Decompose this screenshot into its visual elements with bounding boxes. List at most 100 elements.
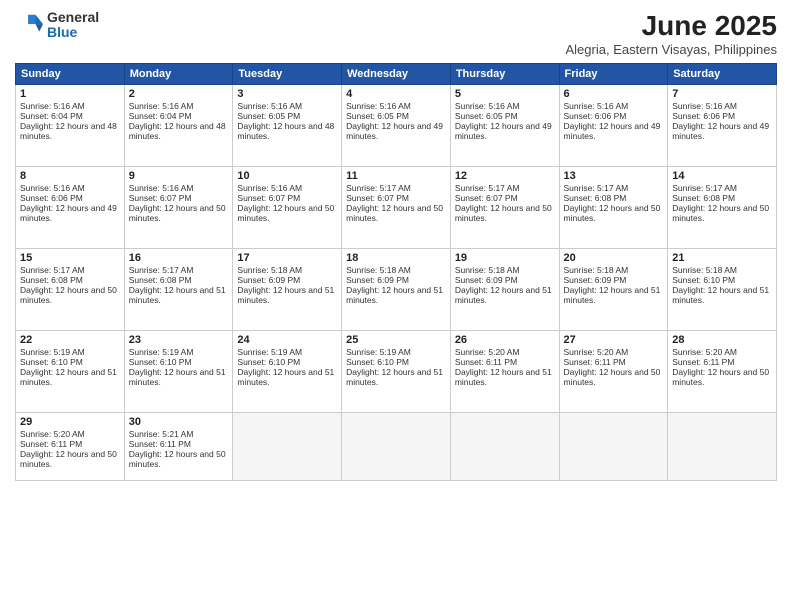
cell-info: Sunset: 6:07 PM [346,193,446,203]
table-row: 21Sunrise: 5:18 AMSunset: 6:10 PMDayligh… [668,249,777,331]
day-number: 29 [20,416,120,428]
col-saturday: Saturday [668,64,777,85]
day-number: 13 [564,170,664,182]
cell-info: Daylight: 12 hours and 50 minutes. [672,203,772,223]
logo-blue-text: Blue [47,25,99,40]
col-thursday: Thursday [450,64,559,85]
cell-info: Sunset: 6:11 PM [564,357,664,367]
cell-info: Sunrise: 5:17 AM [20,265,120,275]
cell-info: Sunset: 6:08 PM [20,275,120,285]
day-number: 23 [129,334,229,346]
cell-info: Daylight: 12 hours and 49 minutes. [672,121,772,141]
table-row: 7Sunrise: 5:16 AMSunset: 6:06 PMDaylight… [668,85,777,167]
table-row: 18Sunrise: 5:18 AMSunset: 6:09 PMDayligh… [342,249,451,331]
cell-info: Daylight: 12 hours and 51 minutes. [237,285,337,305]
cell-info: Sunrise: 5:18 AM [346,265,446,275]
table-row: 13Sunrise: 5:17 AMSunset: 6:08 PMDayligh… [559,167,668,249]
cell-info: Daylight: 12 hours and 51 minutes. [346,367,446,387]
cell-info: Daylight: 12 hours and 49 minutes. [564,121,664,141]
table-row [668,413,777,481]
day-number: 14 [672,170,772,182]
cell-info: Sunset: 6:10 PM [237,357,337,367]
cell-info: Sunset: 6:11 PM [672,357,772,367]
day-number: 25 [346,334,446,346]
table-row: 8Sunrise: 5:16 AMSunset: 6:06 PMDaylight… [16,167,125,249]
header: General Blue June 2025 Alegria, Eastern … [15,10,777,57]
cell-info: Sunset: 6:11 PM [455,357,555,367]
cell-info: Sunrise: 5:16 AM [129,101,229,111]
table-row [559,413,668,481]
cell-info: Sunset: 6:09 PM [455,275,555,285]
cell-info: Sunrise: 5:18 AM [455,265,555,275]
table-row: 9Sunrise: 5:16 AMSunset: 6:07 PMDaylight… [124,167,233,249]
logo-text: General Blue [47,10,99,41]
cell-info: Sunrise: 5:16 AM [237,101,337,111]
cell-info: Sunrise: 5:16 AM [346,101,446,111]
cell-info: Sunset: 6:08 PM [129,275,229,285]
logo-general-text: General [47,10,99,25]
col-monday: Monday [124,64,233,85]
cell-info: Daylight: 12 hours and 51 minutes. [129,367,229,387]
day-number: 26 [455,334,555,346]
cell-info: Daylight: 12 hours and 48 minutes. [129,121,229,141]
cell-info: Sunset: 6:05 PM [237,111,337,121]
day-number: 3 [237,88,337,100]
table-row [233,413,342,481]
table-row: 14Sunrise: 5:17 AMSunset: 6:08 PMDayligh… [668,167,777,249]
day-number: 17 [237,252,337,264]
table-row: 12Sunrise: 5:17 AMSunset: 6:07 PMDayligh… [450,167,559,249]
cell-info: Sunset: 6:06 PM [564,111,664,121]
table-row: 4Sunrise: 5:16 AMSunset: 6:05 PMDaylight… [342,85,451,167]
cell-info: Daylight: 12 hours and 50 minutes. [20,285,120,305]
table-row: 29Sunrise: 5:20 AMSunset: 6:11 PMDayligh… [16,413,125,481]
day-number: 10 [237,170,337,182]
week-row-2: 8Sunrise: 5:16 AMSunset: 6:06 PMDaylight… [16,167,777,249]
day-number: 2 [129,88,229,100]
day-number: 28 [672,334,772,346]
week-row-1: 1Sunrise: 5:16 AMSunset: 6:04 PMDaylight… [16,85,777,167]
day-number: 9 [129,170,229,182]
table-row: 3Sunrise: 5:16 AMSunset: 6:05 PMDaylight… [233,85,342,167]
cell-info: Sunset: 6:10 PM [672,275,772,285]
day-number: 27 [564,334,664,346]
cell-info: Sunrise: 5:19 AM [237,347,337,357]
title-block: June 2025 Alegria, Eastern Visayas, Phil… [566,10,778,57]
cell-info: Sunrise: 5:17 AM [455,183,555,193]
location-title: Alegria, Eastern Visayas, Philippines [566,42,778,57]
cell-info: Sunrise: 5:16 AM [20,101,120,111]
cell-info: Sunrise: 5:16 AM [672,101,772,111]
cell-info: Daylight: 12 hours and 50 minutes. [346,203,446,223]
cell-info: Sunset: 6:11 PM [20,439,120,449]
cell-info: Sunset: 6:06 PM [672,111,772,121]
cell-info: Sunset: 6:05 PM [346,111,446,121]
cell-info: Sunset: 6:07 PM [237,193,337,203]
cell-info: Sunrise: 5:17 AM [346,183,446,193]
day-number: 6 [564,88,664,100]
table-row: 6Sunrise: 5:16 AMSunset: 6:06 PMDaylight… [559,85,668,167]
cell-info: Daylight: 12 hours and 51 minutes. [129,285,229,305]
table-row: 19Sunrise: 5:18 AMSunset: 6:09 PMDayligh… [450,249,559,331]
week-row-5: 29Sunrise: 5:20 AMSunset: 6:11 PMDayligh… [16,413,777,481]
table-row: 2Sunrise: 5:16 AMSunset: 6:04 PMDaylight… [124,85,233,167]
table-row: 27Sunrise: 5:20 AMSunset: 6:11 PMDayligh… [559,331,668,413]
week-row-3: 15Sunrise: 5:17 AMSunset: 6:08 PMDayligh… [16,249,777,331]
day-number: 8 [20,170,120,182]
cell-info: Sunrise: 5:17 AM [129,265,229,275]
cell-info: Daylight: 12 hours and 50 minutes. [20,449,120,469]
cell-info: Sunset: 6:10 PM [346,357,446,367]
table-row: 16Sunrise: 5:17 AMSunset: 6:08 PMDayligh… [124,249,233,331]
cell-info: Daylight: 12 hours and 48 minutes. [20,121,120,141]
day-number: 20 [564,252,664,264]
day-number: 16 [129,252,229,264]
cell-info: Daylight: 12 hours and 50 minutes. [564,367,664,387]
month-title: June 2025 [566,10,778,42]
table-row: 5Sunrise: 5:16 AMSunset: 6:05 PMDaylight… [450,85,559,167]
cell-info: Sunset: 6:06 PM [20,193,120,203]
cell-info: Sunrise: 5:19 AM [129,347,229,357]
table-row: 20Sunrise: 5:18 AMSunset: 6:09 PMDayligh… [559,249,668,331]
cell-info: Sunset: 6:07 PM [455,193,555,203]
day-number: 24 [237,334,337,346]
cell-info: Sunrise: 5:19 AM [346,347,446,357]
col-wednesday: Wednesday [342,64,451,85]
table-row: 26Sunrise: 5:20 AMSunset: 6:11 PMDayligh… [450,331,559,413]
